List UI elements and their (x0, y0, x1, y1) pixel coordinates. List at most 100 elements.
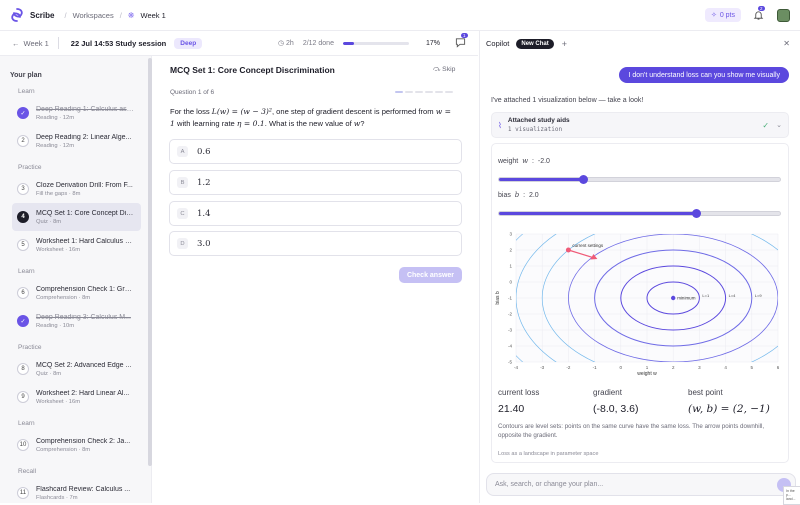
breadcrumb-week[interactable]: Week 1 (141, 11, 166, 20)
x-axis-label: weight w (637, 371, 657, 377)
avatar[interactable] (777, 8, 790, 22)
notifications-button[interactable]: 2 (753, 6, 765, 21)
attached-study-aids[interactable]: ⌇ Attached study aids 1 visualization ✓ … (491, 112, 789, 138)
answer-option-c[interactable]: C 1.4 (169, 201, 462, 226)
check-icon: ✓ (762, 120, 770, 130)
plan-item[interactable]: 4 MCQ Set 1: Core Concept Dis... Quiz · 8m (12, 203, 141, 231)
add-chat-icon[interactable]: + (562, 39, 567, 49)
plan-item[interactable]: ✓ Deep Reading 3: Calculus M... Reading · … (12, 307, 141, 335)
step-number: 2 (17, 135, 29, 147)
plan-item-meta: Comprehension · 8m (36, 294, 91, 301)
weight-slider[interactable] (498, 175, 781, 184)
viz-caption: Contours are level sets: points on the s… (498, 423, 765, 439)
plan-item-meta: Quiz · 8m (36, 218, 62, 225)
plan-item-meta: Fill the gaps · 8m (36, 190, 81, 197)
comments-button[interactable]: 1 (455, 32, 468, 50)
plan-item-meta: Quiz · 8m (36, 370, 62, 377)
x-tick-label: -2 (566, 365, 570, 370)
points-badge[interactable]: ✧ 0 pts (704, 8, 741, 22)
x-tick-label: 0 (620, 365, 623, 370)
answer-option-d[interactable]: D 3.0 (169, 231, 462, 256)
plan-item[interactable]: 11 Flashcard Review: Calculus ... Flashcar… (12, 479, 141, 503)
plan-item[interactable]: 6 Comprehension Check 1: Gra... Comprehens… (12, 279, 141, 307)
x-tick-label: 5 (751, 365, 754, 370)
question-counter: Question 1 of 6 (170, 89, 215, 96)
plan-group-label: Learn (18, 88, 35, 95)
back-link[interactable]: ← Week 1 (12, 39, 49, 48)
skip-button[interactable]: ⤼ Skip (433, 66, 455, 74)
step-number: 6 (17, 287, 29, 299)
comment-icon (455, 37, 466, 48)
current-point (565, 247, 571, 253)
plan-item-meta: Worksheet · 16m (36, 398, 81, 405)
check-answer-button[interactable]: Check answer (399, 267, 462, 283)
attachment-title: Attached study aids (507, 117, 570, 124)
plan-item[interactable]: 8 MCQ Set 2: Advanced Edge ... Quiz · 8m (12, 355, 141, 383)
step-number: 10 (17, 439, 29, 451)
user-message: I don't understand loss can you show me … (619, 67, 789, 83)
duration: ◷ 2h (277, 40, 294, 47)
session-bar: ← Week 1 22 Jul 14:53 Study session Deep… (0, 31, 478, 56)
sidebar-scrollbar[interactable] (148, 58, 152, 466)
sparkle-icon: ✧ (710, 12, 717, 19)
x-tick-label: 6 (777, 365, 780, 370)
plan-item[interactable]: 3 Cloze Derivation Drill: From F... Fill t… (12, 175, 141, 203)
breadcrumb: / Workspaces / ❋ Week 1 (64, 10, 166, 20)
skip-icon: ⤼ (433, 66, 441, 73)
check-icon: ✓ (17, 315, 29, 327)
top-bar: Scribe / Workspaces / ❋ Week 1 ✧ 0 pts 2 (0, 0, 800, 31)
y-tick-label: 0 (509, 280, 512, 285)
bias-slider-knob[interactable] (691, 209, 701, 218)
progress-percent: 17% (425, 39, 440, 47)
input-placeholder: Ask, search, or change your plan... (495, 481, 604, 488)
step-number: 9 (17, 391, 29, 403)
contour-label: L=1 (702, 293, 710, 298)
plan-item-title: Worksheet 1: Hard Calculus E... (36, 237, 134, 245)
y-tick-label: 1 (509, 264, 512, 269)
plan-item[interactable]: 10 Comprehension Check 2: Ja... Comprehens… (12, 431, 141, 459)
question-dot (395, 91, 403, 93)
clock-icon: ◷ (277, 40, 285, 47)
chevron-down-icon[interactable]: ⌄ (776, 121, 782, 129)
mode-badge: Deep (174, 37, 203, 49)
plan-item[interactable]: 5 Worksheet 1: Hard Calculus E... Workshee… (12, 231, 141, 259)
hover-tooltip: In the p... land... (783, 486, 800, 505)
plan-item-meta: Flashcards · 7m (36, 494, 78, 501)
answer-option-b[interactable]: B 1.2 (169, 170, 462, 195)
bias-slider[interactable] (498, 209, 781, 218)
plan-item[interactable]: 9 Worksheet 2: Hard Linear Al... Worksheet… (12, 383, 141, 411)
plan-item-title: Comprehension Check 2: Ja... (36, 437, 131, 445)
app-logo[interactable]: Scribe (10, 8, 54, 22)
x-tick-label: 3 (698, 365, 701, 370)
y-tick-label: 3 (509, 232, 512, 237)
comments-count: 1 (461, 32, 468, 38)
x-tick-label: 4 (724, 365, 727, 370)
back-label: Week 1 (23, 38, 49, 48)
question-dots (395, 91, 453, 93)
step-number: 11 (17, 487, 29, 499)
close-icon[interactable]: ✕ (783, 39, 790, 48)
stat-gradient: gradient (-8.0, 3.6) (593, 388, 639, 415)
question-dot (405, 91, 413, 93)
plan-item-meta: Worksheet · 16m (36, 246, 81, 253)
weight-slider-knob[interactable] (579, 175, 589, 184)
plan-item[interactable]: 2 Deep Reading 2: Linear Alge... Reading ·… (12, 127, 141, 155)
bias-label: bias b : 2.0 (498, 191, 539, 199)
copilot-input[interactable]: Ask, search, or change your plan... (486, 473, 796, 496)
plan-item-title: Flashcard Review: Calculus ... (36, 485, 131, 493)
arrow-left-icon: ← (12, 38, 20, 48)
plan-item[interactable]: ✓ Deep Reading 1: Calculus as ... Reading … (12, 99, 141, 127)
stat-current-loss: current loss 21.40 (498, 388, 540, 415)
x-tick-label: 1 (646, 365, 649, 370)
loss-contour-plot: -4 -3 -2 -1 0 1 2 3 4 5 6-5-4-3-2-10123L=1 L=4 L=9mi… (495, 232, 780, 378)
notification-badge: 2 (758, 6, 765, 11)
breadcrumb-workspaces[interactable]: Workspaces (73, 11, 114, 20)
question-dot (445, 91, 453, 93)
y-tick-label: -4 (508, 344, 512, 349)
step-number: 8 (17, 363, 29, 375)
bell-icon (753, 11, 764, 20)
new-chat-tab[interactable]: New Chat (516, 38, 554, 49)
plan-group-label: Learn (18, 420, 35, 427)
answer-option-a[interactable]: A 0.6 (169, 139, 462, 164)
plan-group-label: Practice (18, 344, 42, 351)
